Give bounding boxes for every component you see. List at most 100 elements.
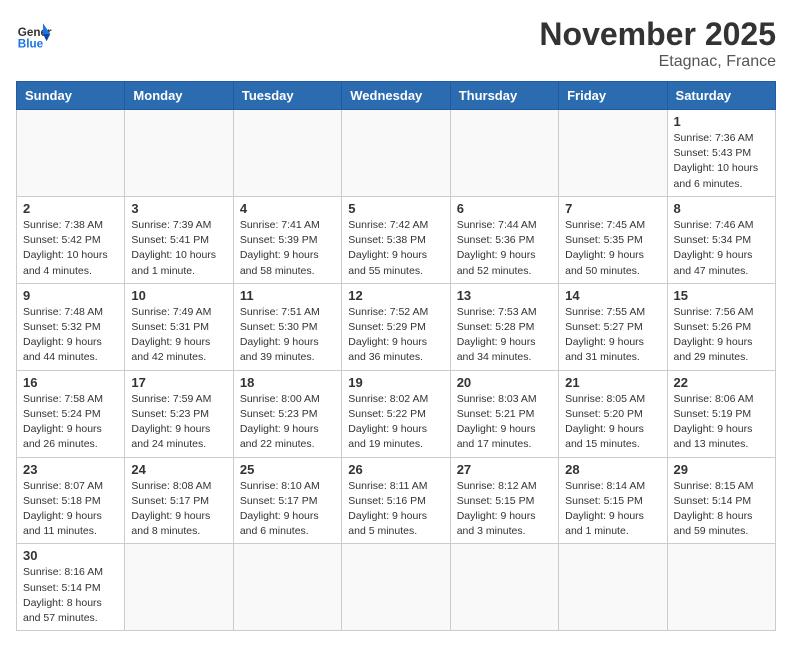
day-number: 2	[23, 201, 118, 216]
svg-text:Blue: Blue	[18, 38, 44, 51]
calendar-cell	[559, 544, 667, 631]
day-info: Sunrise: 7:42 AM Sunset: 5:38 PM Dayligh…	[348, 218, 443, 279]
calendar-cell	[233, 544, 341, 631]
day-number: 30	[23, 548, 118, 563]
day-info: Sunrise: 7:58 AM Sunset: 5:24 PM Dayligh…	[23, 392, 118, 453]
weekday-header-row: SundayMondayTuesdayWednesdayThursdayFrid…	[17, 82, 776, 110]
calendar-cell: 5Sunrise: 7:42 AM Sunset: 5:38 PM Daylig…	[342, 196, 450, 283]
calendar-week-row: 1Sunrise: 7:36 AM Sunset: 5:43 PM Daylig…	[17, 110, 776, 197]
title-block: November 2025 Etagnac, France	[539, 16, 776, 71]
logo-icon: General Blue	[16, 16, 52, 52]
day-info: Sunrise: 7:52 AM Sunset: 5:29 PM Dayligh…	[348, 305, 443, 366]
calendar-cell	[342, 110, 450, 197]
calendar-week-row: 16 Sunrise: 7:58 AM Sunset: 5:24 PM Dayli…	[17, 370, 776, 457]
day-number: 15	[674, 288, 769, 303]
day-info: Sunrise: 7:39 AM Sunset: 5:41 PM Dayligh…	[131, 218, 226, 279]
calendar-cell: 18 Sunrise: 8:00 AM Sunset: 5:23 PM Dayli…	[233, 370, 341, 457]
day-number: 18	[240, 375, 335, 390]
calendar-cell: 14 Sunrise: 7:55 AM Sunset: 5:27 PM Dayli…	[559, 283, 667, 370]
calendar-cell: 16 Sunrise: 7:58 AM Sunset: 5:24 PM Dayli…	[17, 370, 125, 457]
calendar-cell: 11Sunrise: 7:51 AM Sunset: 5:30 PM Dayli…	[233, 283, 341, 370]
weekday-header-monday: Monday	[125, 82, 233, 110]
calendar-cell: 17Sunrise: 7:59 AM Sunset: 5:23 PM Dayli…	[125, 370, 233, 457]
day-number: 4	[240, 201, 335, 216]
day-info: Sunrise: 7:48 AM Sunset: 5:32 PM Dayligh…	[23, 305, 118, 366]
day-info: Sunrise: 7:51 AM Sunset: 5:30 PM Dayligh…	[240, 305, 335, 366]
day-number: 10	[131, 288, 226, 303]
day-number: 6	[457, 201, 552, 216]
day-number: 26	[348, 462, 443, 477]
calendar-cell: 3 Sunrise: 7:39 AM Sunset: 5:41 PM Daylig…	[125, 196, 233, 283]
day-info: Sunrise: 8:07 AM Sunset: 5:18 PM Dayligh…	[23, 479, 118, 540]
day-number: 1	[674, 114, 769, 129]
calendar-cell: 2 Sunrise: 7:38 AM Sunset: 5:42 PM Daylig…	[17, 196, 125, 283]
day-number: 7	[565, 201, 660, 216]
day-info: Sunrise: 7:53 AM Sunset: 5:28 PM Dayligh…	[457, 305, 552, 366]
day-info: Sunrise: 8:06 AM Sunset: 5:19 PM Dayligh…	[674, 392, 769, 453]
location-title: Etagnac, France	[539, 53, 776, 71]
calendar-cell	[233, 110, 341, 197]
day-info: Sunrise: 7:45 AM Sunset: 5:35 PM Dayligh…	[565, 218, 660, 279]
calendar-cell: 28 Sunrise: 8:14 AM Sunset: 5:15 PM Dayli…	[559, 457, 667, 544]
day-number: 25	[240, 462, 335, 477]
calendar-cell: 6Sunrise: 7:44 AM Sunset: 5:36 PM Daylig…	[450, 196, 558, 283]
calendar-cell: 20Sunrise: 8:03 AM Sunset: 5:21 PM Dayli…	[450, 370, 558, 457]
calendar-cell	[342, 544, 450, 631]
day-info: Sunrise: 8:10 AM Sunset: 5:17 PM Dayligh…	[240, 479, 335, 540]
day-number: 8	[674, 201, 769, 216]
day-info: Sunrise: 7:49 AM Sunset: 5:31 PM Dayligh…	[131, 305, 226, 366]
day-info: Sunrise: 8:11 AM Sunset: 5:16 PM Dayligh…	[348, 479, 443, 540]
calendar-week-row: 2 Sunrise: 7:38 AM Sunset: 5:42 PM Daylig…	[17, 196, 776, 283]
calendar-cell	[559, 110, 667, 197]
day-number: 28	[565, 462, 660, 477]
day-info: Sunrise: 7:55 AM Sunset: 5:27 PM Dayligh…	[565, 305, 660, 366]
day-info: Sunrise: 8:00 AM Sunset: 5:23 PM Dayligh…	[240, 392, 335, 453]
calendar-week-row: 23Sunrise: 8:07 AM Sunset: 5:18 PM Dayli…	[17, 457, 776, 544]
calendar-cell	[17, 110, 125, 197]
calendar-week-row: 9Sunrise: 7:48 AM Sunset: 5:32 PM Daylig…	[17, 283, 776, 370]
day-number: 19	[348, 375, 443, 390]
calendar-cell: 22 Sunrise: 8:06 AM Sunset: 5:19 PM Dayli…	[667, 370, 775, 457]
calendar-cell: 10 Sunrise: 7:49 AM Sunset: 5:31 PM Dayli…	[125, 283, 233, 370]
weekday-header-wednesday: Wednesday	[342, 82, 450, 110]
calendar-cell: 12Sunrise: 7:52 AM Sunset: 5:29 PM Dayli…	[342, 283, 450, 370]
calendar-week-row: 30 Sunrise: 8:16 AM Sunset: 5:14 PM Dayli…	[17, 544, 776, 631]
day-info: Sunrise: 8:08 AM Sunset: 5:17 PM Dayligh…	[131, 479, 226, 540]
day-number: 16	[23, 375, 118, 390]
day-info: Sunrise: 8:05 AM Sunset: 5:20 PM Dayligh…	[565, 392, 660, 453]
calendar-cell: 8Sunrise: 7:46 AM Sunset: 5:34 PM Daylig…	[667, 196, 775, 283]
calendar-cell: 25 Sunrise: 8:10 AM Sunset: 5:17 PM Dayli…	[233, 457, 341, 544]
day-number: 27	[457, 462, 552, 477]
calendar-cell	[450, 110, 558, 197]
day-info: Sunrise: 7:59 AM Sunset: 5:23 PM Dayligh…	[131, 392, 226, 453]
calendar-cell: 27 Sunrise: 8:12 AM Sunset: 5:15 PM Dayli…	[450, 457, 558, 544]
day-info: Sunrise: 8:12 AM Sunset: 5:15 PM Dayligh…	[457, 479, 552, 540]
day-number: 24	[131, 462, 226, 477]
calendar-cell: 30 Sunrise: 8:16 AM Sunset: 5:14 PM Dayli…	[17, 544, 125, 631]
day-number: 20	[457, 375, 552, 390]
month-title: November 2025	[539, 16, 776, 53]
calendar-cell: 4Sunrise: 7:41 AM Sunset: 5:39 PM Daylig…	[233, 196, 341, 283]
day-info: Sunrise: 8:02 AM Sunset: 5:22 PM Dayligh…	[348, 392, 443, 453]
day-number: 14	[565, 288, 660, 303]
weekday-header-saturday: Saturday	[667, 82, 775, 110]
calendar-cell: 1Sunrise: 7:36 AM Sunset: 5:43 PM Daylig…	[667, 110, 775, 197]
weekday-header-sunday: Sunday	[17, 82, 125, 110]
day-info: Sunrise: 7:38 AM Sunset: 5:42 PM Dayligh…	[23, 218, 118, 279]
calendar-cell	[125, 544, 233, 631]
day-number: 29	[674, 462, 769, 477]
calendar-cell: 29Sunrise: 8:15 AM Sunset: 5:14 PM Dayli…	[667, 457, 775, 544]
calendar-cell: 7 Sunrise: 7:45 AM Sunset: 5:35 PM Daylig…	[559, 196, 667, 283]
logo: General Blue	[16, 16, 52, 52]
day-number: 13	[457, 288, 552, 303]
weekday-header-friday: Friday	[559, 82, 667, 110]
day-number: 22	[674, 375, 769, 390]
day-info: Sunrise: 8:16 AM Sunset: 5:14 PM Dayligh…	[23, 565, 118, 626]
day-info: Sunrise: 8:14 AM Sunset: 5:15 PM Dayligh…	[565, 479, 660, 540]
calendar-cell	[450, 544, 558, 631]
day-number: 3	[131, 201, 226, 216]
calendar-cell: 9Sunrise: 7:48 AM Sunset: 5:32 PM Daylig…	[17, 283, 125, 370]
calendar-cell: 21Sunrise: 8:05 AM Sunset: 5:20 PM Dayli…	[559, 370, 667, 457]
page-header: General Blue November 2025 Etagnac, Fran…	[16, 16, 776, 71]
calendar-table: SundayMondayTuesdayWednesdayThursdayFrid…	[16, 81, 776, 631]
